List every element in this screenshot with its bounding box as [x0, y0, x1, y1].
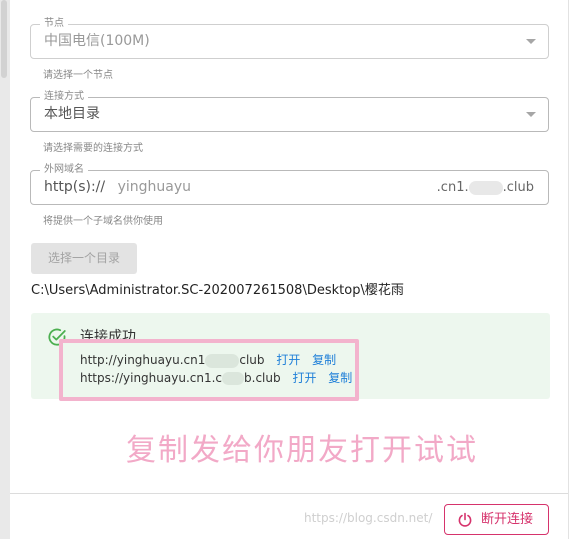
scrollbar-thumb[interactable]	[1, 0, 7, 78]
power-icon	[458, 512, 472, 527]
domain-input-field[interactable]: 外网域名 http(s):// yinghuayu .cn1. .club	[30, 163, 549, 205]
node-helper-text: 请选择一个节点	[43, 70, 113, 81]
domain-suffix-start: .cn1.	[436, 180, 469, 195]
node-select-value: 中国电信(100M)	[44, 33, 150, 49]
domain-helper-text: 将提供一个子域名供你使用	[43, 216, 163, 227]
domain-suffix-end: .club	[502, 180, 534, 195]
connection-method-value: 本地目录	[44, 106, 100, 122]
chevron-down-icon[interactable]	[526, 39, 536, 44]
selected-path: C:\Users\Administrator.SC-202007261508\D…	[31, 283, 404, 298]
chevron-down-icon[interactable]	[526, 112, 536, 117]
footer-divider	[10, 493, 568, 494]
domain-suffix: .cn1. .club	[437, 171, 534, 204]
scrollbar-track[interactable]	[0, 0, 10, 539]
panel-border	[568, 0, 569, 539]
disconnect-label: 断开连接	[481, 512, 534, 527]
connection-method-select[interactable]: 连接方式 本地目录	[30, 90, 549, 132]
node-select[interactable]: 节点 中国电信(100M)	[30, 17, 549, 59]
select-directory-button[interactable]: 选择一个目录	[31, 243, 137, 274]
annotation-text: 复制发给你朋友打开试试	[126, 433, 478, 468]
watermark: https://blog.csdn.net/	[304, 511, 433, 525]
annotation-highlight-box	[59, 339, 359, 401]
connection-method-helper-text: 请选择需要的连接方式	[43, 143, 143, 154]
domain-input[interactable]: http(s):// yinghuayu	[44, 171, 191, 204]
blurred-region	[468, 180, 503, 195]
domain-prefix: http(s)://	[44, 179, 106, 195]
disconnect-button[interactable]: 断开连接	[444, 504, 549, 535]
subdomain-value: yinghuayu	[117, 179, 191, 195]
